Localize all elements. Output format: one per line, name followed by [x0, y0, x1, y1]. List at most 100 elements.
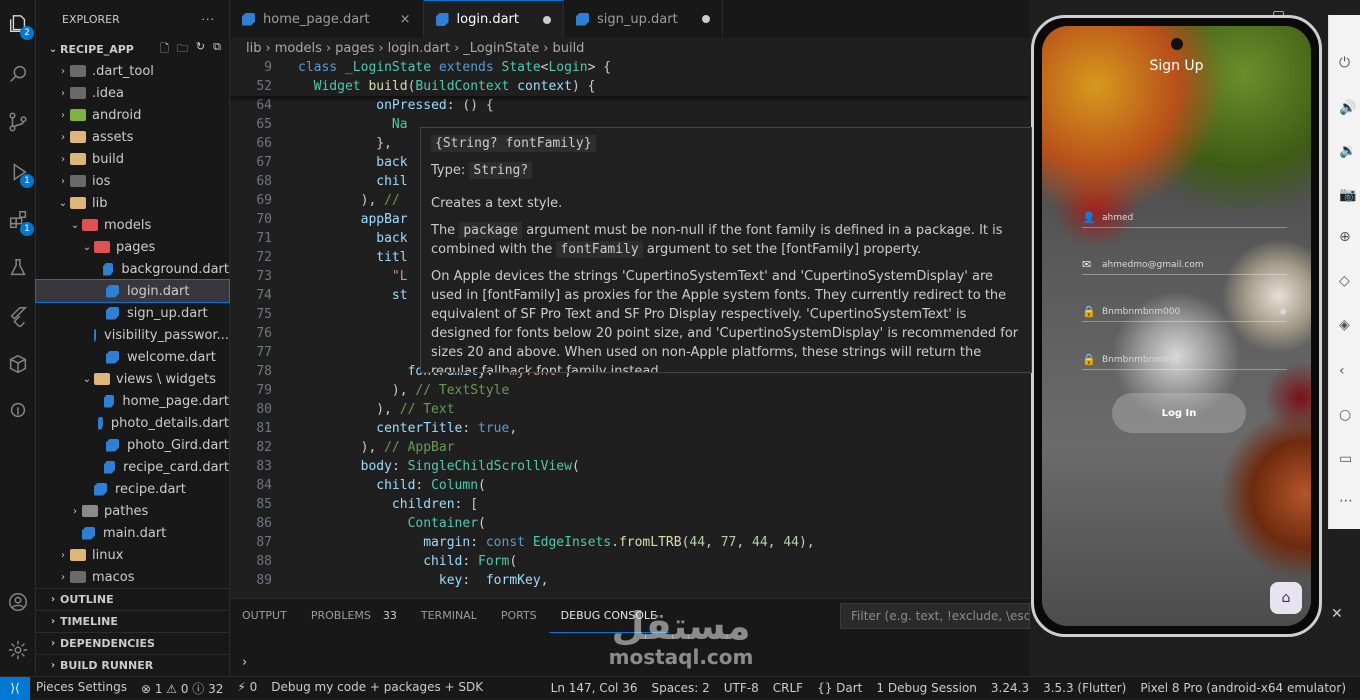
breadcrumb-item[interactable]: build	[552, 41, 584, 56]
rotate-right-icon[interactable]: ◈	[1339, 317, 1355, 333]
volume-down-icon[interactable]: 🔉	[1339, 143, 1356, 159]
console-prompt[interactable]: ›	[242, 655, 247, 670]
home-circle-icon[interactable]: ○	[1339, 407, 1355, 423]
breadcrumb-item[interactable]: lib	[246, 41, 261, 56]
more-actions-icon[interactable]: ···	[202, 13, 216, 26]
code-line[interactable]: 52 Widget build(BuildContext context) {	[230, 77, 1030, 96]
breadcrumb-item[interactable]: _LoginState	[463, 41, 539, 56]
code-line[interactable]: 80 ), // Text	[230, 400, 1030, 419]
panel-tab-ports[interactable]: PORTS	[489, 599, 549, 633]
folder-item[interactable]: › linux	[36, 544, 229, 566]
status-item[interactable]: UTF-8	[724, 681, 759, 695]
rotate-left-icon[interactable]: ◇	[1339, 273, 1355, 289]
code-line[interactable]: 87 margin: const EdgeInsets.fromLTRB(44,…	[230, 533, 1030, 552]
folder-item[interactable]: › .dart_tool	[36, 60, 229, 82]
code-line[interactable]: 81 centerTitle: true,	[230, 419, 1030, 438]
section-dependencies[interactable]: › DEPENDENCIES	[36, 632, 230, 654]
volume-up-icon[interactable]: 🔊	[1339, 100, 1356, 116]
testing-icon[interactable]	[6, 256, 30, 280]
tab-login-dart[interactable]: login.dart	[423, 0, 564, 38]
folder-item[interactable]: ⌄ models	[36, 214, 229, 236]
zoom-icon[interactable]: ⊕	[1339, 229, 1355, 245]
folder-item[interactable]: › build	[36, 148, 229, 170]
code-line[interactable]: 85 children: [	[230, 495, 1030, 514]
tab-home_page-dart[interactable]: home_page.dart ×	[230, 0, 424, 38]
status-item[interactable]: Pixel 8 Pro (android-x64 emulator)	[1140, 681, 1346, 695]
settings-gear-icon[interactable]	[6, 638, 30, 662]
code-line[interactable]: 64 onPressed: () {	[230, 96, 1030, 115]
status-item[interactable]: Ln 147, Col 36	[551, 681, 638, 695]
explorer-icon[interactable]: 2	[6, 12, 34, 40]
file-item[interactable]: background.dart	[36, 258, 229, 280]
form-field[interactable]: 👤 ahmed	[1082, 208, 1287, 228]
panel-tab-output[interactable]: OUTPUT	[230, 599, 299, 633]
overview-icon[interactable]: ▭	[1339, 451, 1355, 467]
unsaved-dot-icon[interactable]	[701, 15, 710, 23]
form-field[interactable]: 🔒 Bnmbnmbnm000 ◉	[1082, 302, 1287, 322]
file-item[interactable]: sign_up.dart	[36, 302, 229, 324]
account-icon[interactable]	[6, 590, 30, 614]
flutter-icon[interactable]	[6, 304, 30, 328]
home-icon[interactable]: ⌂	[1270, 582, 1302, 614]
camera-icon[interactable]: 📷	[1339, 187, 1356, 203]
breadcrumb-item[interactable]: login.dart	[388, 41, 450, 56]
status-item[interactable]: ⊗ 1 ⚠ 0 ⓘ 32	[141, 680, 223, 697]
code-line[interactable]: 79 ), // TextStyle	[230, 381, 1030, 400]
panel-tab-terminal[interactable]: TERMINAL	[409, 599, 489, 633]
code-line[interactable]: 9 class _LoginState extends State<Login> …	[230, 58, 1030, 77]
package-icon[interactable]	[6, 352, 30, 376]
code-line[interactable]: 83 body: SingleChildScrollView(	[230, 457, 1030, 476]
folder-item[interactable]: › .idea	[36, 82, 229, 104]
folder-item[interactable]: ⌄ lib	[36, 192, 229, 214]
status-item[interactable]: Pieces Settings	[36, 680, 127, 697]
status-item[interactable]: 3.5.3 (Flutter)	[1043, 681, 1126, 695]
file-item[interactable]: photo_details.dart	[36, 412, 229, 434]
collapse-all-icon[interactable]: ⧉	[213, 40, 221, 59]
file-item[interactable]: visibility_passwor...	[36, 324, 229, 346]
breadcrumb-item[interactable]: pages	[335, 41, 374, 56]
refresh-icon[interactable]: ↻	[196, 40, 205, 59]
file-item[interactable]: recipe_card.dart	[36, 456, 229, 478]
folder-item[interactable]: ⌄ views \ widgets	[36, 368, 229, 390]
new-file-icon[interactable]: 🗋	[160, 40, 169, 59]
more-icon[interactable]: ⋯	[1339, 493, 1355, 509]
file-item[interactable]: welcome.dart	[36, 346, 229, 368]
status-item[interactable]: 1 Debug Session	[876, 681, 977, 695]
file-item[interactable]: photo_Gird.dart	[36, 434, 229, 456]
file-item[interactable]: recipe.dart	[36, 478, 229, 500]
file-item[interactable]: home_page.dart	[36, 390, 229, 412]
run-debug-icon[interactable]: 1	[6, 160, 34, 188]
emulator-screen[interactable]: Sign Up 👤 ahmed ✉ ahmedmo@gmail.com 🔒 Bnmbnmb…	[1042, 26, 1311, 626]
form-field[interactable]: ✉ ahmedmo@gmail.com	[1082, 255, 1287, 275]
section-timeline[interactable]: › TIMELINE	[36, 610, 230, 632]
status-item[interactable]: Debug my code + packages + SDK	[271, 680, 483, 697]
eye-icon[interactable]: ◉	[1279, 307, 1287, 317]
breadcrumb-item[interactable]: models	[275, 41, 322, 56]
project-root[interactable]: ⌄ RECIPE_APP 🗋 🗀 ↻ ⧉	[36, 38, 229, 60]
status-item[interactable]: {} Dart	[817, 681, 862, 695]
folder-item[interactable]: ⌄ pages	[36, 236, 229, 258]
login-button[interactable]: Log In	[1112, 393, 1246, 433]
pieces-icon[interactable]	[6, 398, 30, 422]
folder-item[interactable]: › pathes	[36, 500, 229, 522]
folder-item[interactable]: › ios	[36, 170, 229, 192]
panel-tab-problems[interactable]: PROBLEMS 33	[299, 599, 409, 633]
power-icon[interactable]: ⏻	[1339, 55, 1355, 71]
folder-item[interactable]: › macos	[36, 566, 229, 588]
file-item[interactable]: main.dart	[36, 522, 229, 544]
status-item[interactable]: CRLF	[773, 681, 803, 695]
form-field[interactable]: 🔒 Bnmbnmbnm000	[1082, 350, 1287, 370]
extensions-icon[interactable]: 1	[6, 208, 34, 236]
code-line[interactable]: 88 child: Form(	[230, 552, 1030, 571]
folder-item[interactable]: › android	[36, 104, 229, 126]
code-line[interactable]: 86 Container(	[230, 514, 1030, 533]
code-line[interactable]: 84 child: Column(	[230, 476, 1030, 495]
console-filter-input[interactable]: Filter (e.g. text, !exclude, \escape)	[840, 603, 1030, 629]
section-build-runner[interactable]: › BUILD RUNNER	[36, 654, 230, 676]
code-line[interactable]: 89 key: formKey,	[230, 571, 1030, 590]
code-line[interactable]: 82 ), // AppBar	[230, 438, 1030, 457]
remote-icon[interactable]: ⟩⟨	[0, 676, 30, 700]
unsaved-dot-icon[interactable]	[543, 15, 551, 24]
back-icon[interactable]: ‹	[1339, 363, 1355, 379]
new-folder-icon[interactable]: 🗀	[177, 40, 188, 59]
